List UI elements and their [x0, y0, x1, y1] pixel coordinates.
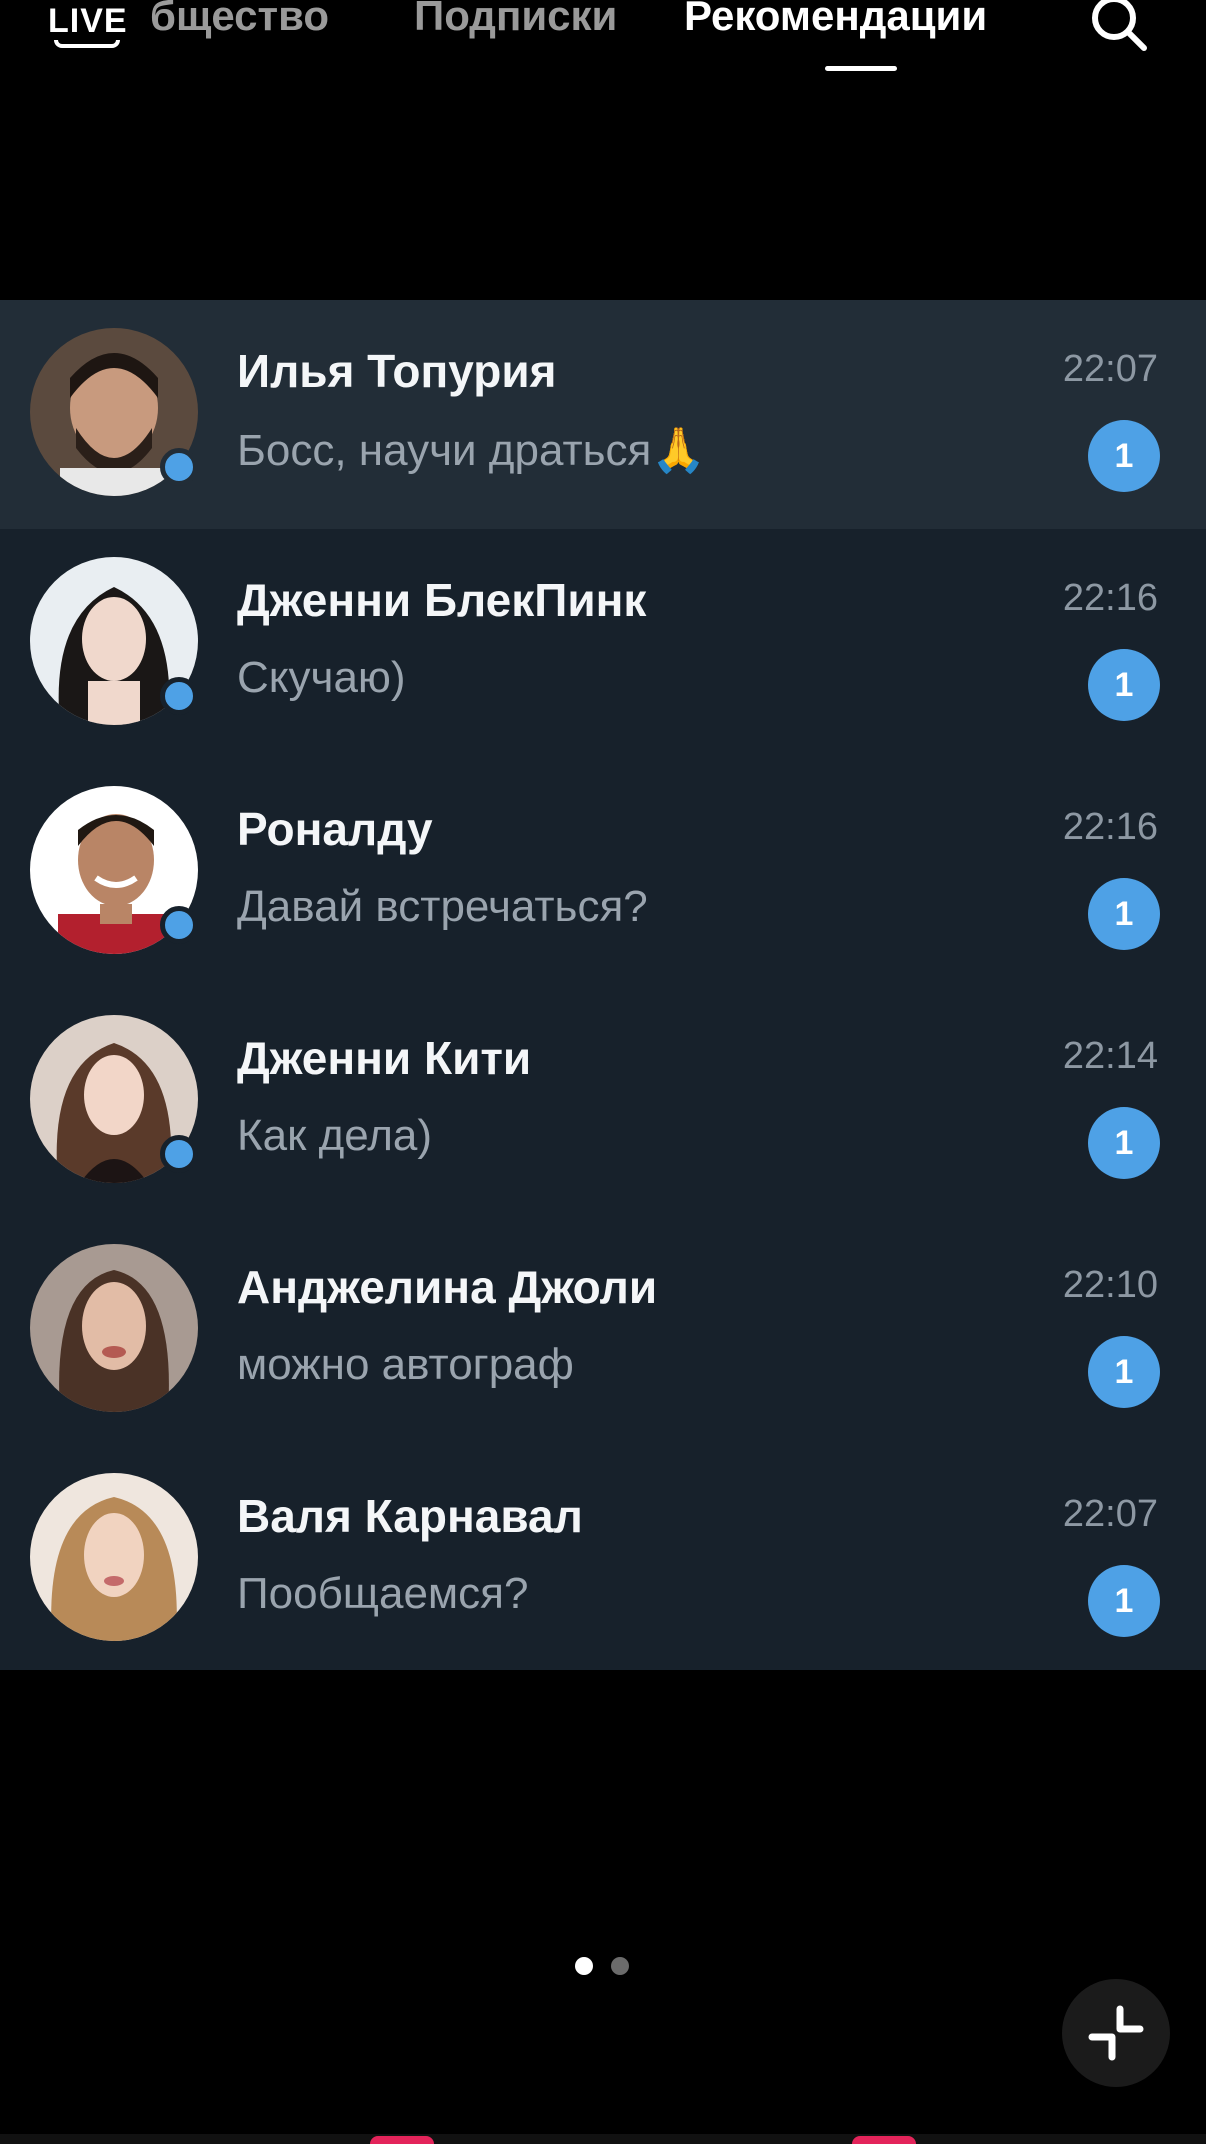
chat-item[interactable]: Илья Топурия Босс, научи драться🙏 22:07 … [0, 300, 1206, 529]
chat-name: Валя Карнавал [237, 1490, 583, 1542]
bottom-tab-marker [852, 2136, 916, 2144]
online-indicator [160, 1135, 198, 1173]
chat-time: 22:07 [1062, 348, 1158, 390]
chat-name: Роналду [237, 803, 433, 855]
unread-badge: 1 [1088, 649, 1160, 721]
tab-community[interactable]: бщество [150, 0, 329, 40]
search-icon[interactable] [1088, 0, 1150, 54]
collapse-button[interactable] [1062, 1979, 1170, 2087]
avatar [30, 1244, 198, 1412]
avatar [30, 1473, 198, 1641]
online-indicator [160, 906, 198, 944]
chat-time: 22:14 [1062, 1035, 1158, 1077]
bottom-bar-edge [0, 2134, 1206, 2144]
chat-last-message: Как дела) [237, 1111, 433, 1160]
chat-item[interactable]: Анджелина Джоли можно автограф 22:10 1 [0, 1216, 1206, 1445]
chat-last-message: Пообщаемся? [237, 1569, 529, 1618]
active-tab-indicator [825, 66, 897, 71]
chat-name: Дженни БлекПинк [237, 574, 647, 626]
live-label: LIVE [48, 2, 128, 40]
chat-last-message: Босс, научи драться🙏 [237, 426, 707, 475]
chat-list: Илья Топурия Босс, научи драться🙏 22:07 … [0, 300, 1206, 1670]
chat-time: 22:10 [1062, 1264, 1158, 1306]
top-navigation: LIVE бщество Подписки Рекомендации [0, 0, 1206, 90]
chat-last-message: Давай встречаться? [237, 882, 648, 931]
live-button[interactable]: LIVE [48, 0, 127, 50]
chat-time: 22:16 [1062, 577, 1158, 619]
chat-item[interactable]: Дженни Кити Как дела) 22:14 1 [0, 987, 1206, 1216]
chat-time: 22:07 [1062, 1493, 1158, 1535]
chat-item[interactable]: Роналду Давай встречаться? 22:16 1 [0, 758, 1206, 987]
page-dot-active [575, 1957, 593, 1975]
bottom-tab-marker [370, 2136, 434, 2144]
unread-badge: 1 [1088, 1107, 1160, 1179]
unread-badge: 1 [1088, 420, 1160, 492]
tab-subscriptions[interactable]: Подписки [414, 0, 617, 40]
chat-name: Илья Топурия [237, 345, 557, 397]
live-tv-icon [54, 40, 120, 48]
chat-time: 22:16 [1062, 806, 1158, 848]
chat-name: Дженни Кити [237, 1032, 532, 1084]
chat-last-message: можно автограф [237, 1340, 574, 1389]
page-indicator [575, 1957, 635, 1975]
chat-item[interactable]: Валя Карнавал Пообщаемся? 22:07 1 [0, 1445, 1206, 1674]
page-dot-inactive [611, 1957, 629, 1975]
collapse-icon [1088, 2005, 1144, 2061]
unread-badge: 1 [1088, 1336, 1160, 1408]
chat-item[interactable]: Дженни БлекПинк Скучаю) 22:16 1 [0, 529, 1206, 758]
tab-recommendations[interactable]: Рекомендации [684, 0, 987, 40]
online-indicator [160, 448, 198, 486]
unread-badge: 1 [1088, 1565, 1160, 1637]
online-indicator [160, 677, 198, 715]
chat-name: Анджелина Джоли [237, 1261, 658, 1313]
unread-badge: 1 [1088, 878, 1160, 950]
chat-last-message: Скучаю) [237, 653, 406, 702]
